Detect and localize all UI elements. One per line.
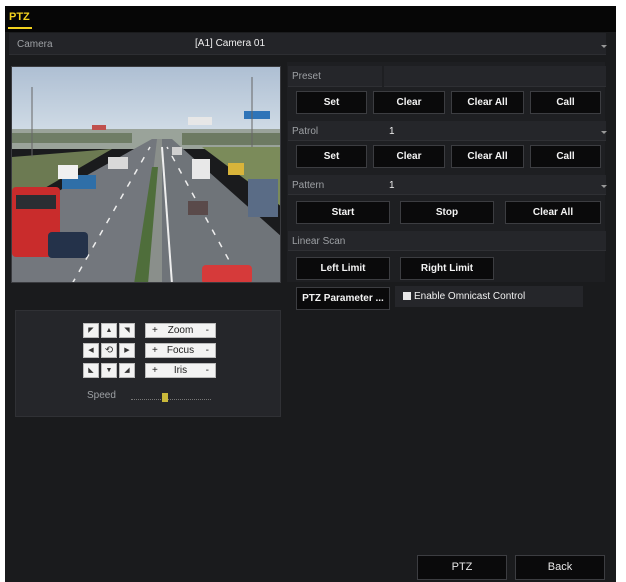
preset-clear-button[interactable]: Clear	[373, 91, 445, 114]
patrol-row-bg[interactable]	[288, 121, 606, 141]
live-video-view[interactable]	[11, 66, 281, 283]
camera-select-row[interactable]	[9, 33, 606, 55]
ptz-parameter-button[interactable]: PTZ Parameter ...	[296, 287, 390, 310]
title-bar: PTZ	[5, 6, 616, 32]
ptz-footer-button[interactable]: PTZ	[417, 555, 507, 580]
pattern-label: Pattern	[292, 180, 325, 191]
patrol-clear-button[interactable]: Clear	[373, 145, 445, 168]
preset-label: Preset	[292, 71, 321, 82]
pattern-row-bg[interactable]	[288, 175, 606, 195]
patrol-set-button[interactable]: Set	[296, 145, 367, 168]
patrol-call-button[interactable]: Call	[530, 145, 601, 168]
zoom-out-button[interactable]: -	[206, 324, 209, 337]
pattern-start-button[interactable]: Start	[296, 201, 390, 224]
zoom-label: Zoom	[167, 325, 194, 336]
left-limit-button[interactable]: Left Limit	[296, 257, 390, 280]
iris-control[interactable]: + Iris -	[145, 363, 216, 378]
camera-dropdown-arrow-icon[interactable]	[601, 45, 607, 48]
pan-left-button[interactable]: ◀	[83, 343, 99, 358]
speed-label: Speed	[87, 390, 116, 401]
tilt-down-button[interactable]: ▼	[101, 363, 117, 378]
pan-down-right-button[interactable]: ◢	[119, 363, 135, 378]
back-button[interactable]: Back	[515, 555, 605, 580]
patrol-value[interactable]: 1	[389, 126, 395, 137]
pan-down-left-button[interactable]: ◣	[83, 363, 99, 378]
omnicast-label: Enable Omnicast Control	[414, 291, 526, 302]
iris-close-button[interactable]: -	[206, 364, 209, 377]
window-title: PTZ	[9, 11, 30, 23]
preset-clear-all-button[interactable]: Clear All	[451, 91, 524, 114]
preset-row-value-bg	[384, 66, 606, 87]
iris-label: Iris	[173, 365, 188, 376]
patrol-dropdown-arrow-icon[interactable]	[601, 131, 607, 134]
camera-value[interactable]: [A1] Camera 01	[195, 38, 265, 49]
right-limit-button[interactable]: Right Limit	[400, 257, 494, 280]
preset-set-button[interactable]: Set	[296, 91, 367, 114]
patrol-label: Patrol	[292, 126, 319, 137]
pattern-stop-button[interactable]: Stop	[400, 201, 494, 224]
pattern-clear-all-button[interactable]: Clear All	[505, 201, 601, 224]
pattern-value[interactable]: 1	[389, 180, 395, 191]
omnicast-checkbox[interactable]	[403, 292, 411, 300]
speed-slider-track[interactable]	[131, 399, 211, 400]
pattern-dropdown-arrow-icon[interactable]	[601, 185, 607, 188]
tilt-up-button[interactable]: ▲	[101, 323, 117, 338]
zoom-control[interactable]: + Zoom -	[145, 323, 216, 338]
preset-call-button[interactable]: Call	[530, 91, 601, 114]
focus-label: Focus	[166, 345, 195, 356]
linear-scan-label: Linear Scan	[292, 236, 346, 247]
pan-up-right-button[interactable]: ◥	[119, 323, 135, 338]
pan-right-button[interactable]: ▶	[119, 343, 135, 358]
camera-label: Camera	[17, 39, 53, 50]
auto-scan-icon[interactable]: ⟲	[101, 343, 117, 358]
speed-slider-handle[interactable]	[161, 393, 168, 402]
highway-video-frame	[12, 67, 280, 282]
focus-far-button[interactable]: -	[206, 344, 209, 357]
focus-control[interactable]: + Focus -	[145, 343, 216, 358]
pan-up-left-button[interactable]: ◤	[83, 323, 99, 338]
title-underline	[8, 27, 32, 29]
patrol-clear-all-button[interactable]: Clear All	[451, 145, 524, 168]
